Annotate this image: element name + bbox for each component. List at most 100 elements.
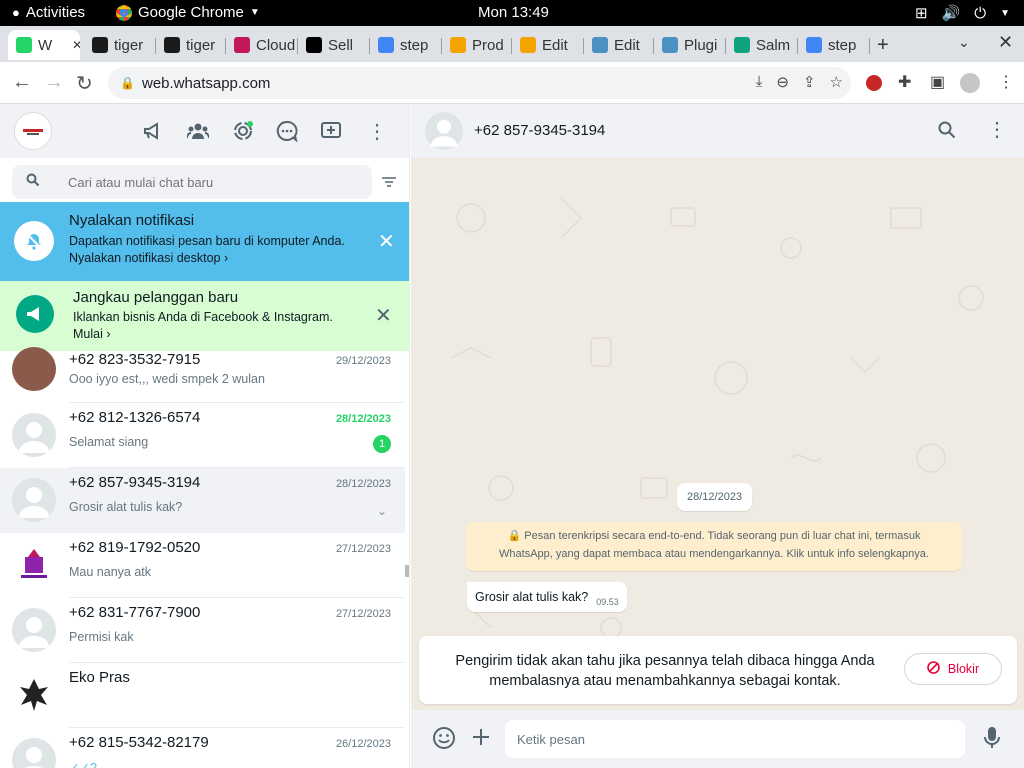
tab[interactable]: step bbox=[798, 30, 870, 60]
zoom-icon[interactable]: ⊖ bbox=[776, 73, 789, 91]
enable-desktop-notifications-link[interactable]: Nyalakan notifikasi desktop › bbox=[69, 250, 345, 267]
search-icon[interactable] bbox=[938, 121, 956, 144]
ads-start-link[interactable]: Mulai › bbox=[73, 326, 333, 343]
tab[interactable]: Edit bbox=[512, 30, 584, 60]
chat-list-item[interactable]: +62 819-1792-0520 27/12/2023 Mau nanya a… bbox=[0, 533, 405, 598]
avatar bbox=[12, 673, 56, 717]
profile-avatar[interactable] bbox=[14, 112, 52, 150]
activities-button[interactable]: ● Activities bbox=[12, 4, 85, 21]
notification-banner-text: Dapatkan notifikasi pesan baru di komput… bbox=[69, 233, 345, 267]
tab[interactable]: Prod bbox=[442, 30, 512, 60]
forward-icon[interactable]: → bbox=[44, 71, 64, 94]
tab[interactable]: step bbox=[370, 30, 442, 60]
cloudflare-icon bbox=[234, 37, 250, 53]
chat-list-item[interactable]: Eko Pras bbox=[0, 663, 405, 728]
tab-label: tiger bbox=[114, 36, 144, 54]
tab[interactable]: Plugi bbox=[654, 30, 726, 60]
notification-banner[interactable]: Nyalakan notifikasi Dapatkan notifikasi … bbox=[0, 202, 409, 281]
chat-list-item[interactable]: +62 815-5342-82179 26/12/2023 ✓✓? bbox=[0, 728, 405, 768]
chat-name: +62 812-1326-6574 bbox=[69, 409, 201, 426]
tab-label: W bbox=[38, 36, 53, 54]
search-box[interactable] bbox=[12, 165, 372, 199]
composer bbox=[411, 710, 1024, 768]
address-bar[interactable]: 🔒 web.whatsapp.com ⤓ ⊖ ⇪ ☆ bbox=[108, 67, 851, 99]
tab-active[interactable]: W ✕ bbox=[8, 30, 80, 60]
site-icon bbox=[450, 37, 466, 53]
star-icon[interactable]: ☆ bbox=[830, 73, 843, 91]
chat-preview: Grosir alat tulis kak? bbox=[69, 500, 183, 514]
system-tray[interactable]: ⊞ 🔊 ⏻ ▼ bbox=[915, 4, 1010, 23]
broadcast-icon[interactable] bbox=[142, 120, 164, 142]
attach-plus-icon[interactable] bbox=[470, 726, 492, 753]
ads-banner-text: Iklankan bisnis Anda di Facebook & Insta… bbox=[73, 309, 333, 343]
emoji-icon[interactable] bbox=[432, 726, 456, 755]
tab-label: Edit bbox=[614, 36, 640, 54]
chat-name: +62 831-7767-7900 bbox=[69, 604, 201, 621]
avatar bbox=[12, 347, 56, 391]
search-input[interactable] bbox=[68, 174, 348, 190]
tab-label: Sell bbox=[328, 36, 354, 54]
whatsapp-icon bbox=[16, 37, 32, 53]
tab-label: Edit bbox=[542, 36, 568, 54]
chevron-down-icon: ▼ bbox=[1000, 7, 1010, 19]
close-icon[interactable]: ✕ bbox=[375, 303, 392, 328]
back-icon[interactable]: ← bbox=[12, 71, 32, 94]
menu-dots-icon[interactable]: ⋮ bbox=[366, 120, 388, 143]
communities-icon[interactable] bbox=[187, 120, 209, 142]
scrollbar-thumb[interactable] bbox=[405, 565, 409, 577]
tab[interactable]: Salm bbox=[726, 30, 798, 60]
volume-icon: 🔊 bbox=[941, 5, 961, 22]
close-icon[interactable]: ✕ bbox=[378, 229, 395, 254]
chat-list-item[interactable]: +62 812-1326-6574 28/12/2023 Selamat sia… bbox=[0, 403, 405, 468]
chat-list-item[interactable]: +62 823-3532-7915 29/12/2023 Ooo iyyo es… bbox=[0, 347, 405, 403]
chat-list-item[interactable]: +62 831-7767-7900 27/12/2023 Permisi kak bbox=[0, 598, 405, 663]
notification-banner-line1: Dapatkan notifikasi pesan baru di komput… bbox=[69, 234, 345, 248]
encryption-notice[interactable]: 🔒 Pesan terenkripsi secara end-to-end. T… bbox=[466, 522, 962, 571]
microphone-icon[interactable] bbox=[983, 726, 1001, 755]
install-icon[interactable]: ⤓ bbox=[756, 73, 763, 91]
block-icon bbox=[927, 661, 940, 677]
extensions-icon[interactable]: ✚ bbox=[898, 72, 911, 92]
ads-banner[interactable]: Jangkau pelanggan baru Iklankan bisnis A… bbox=[0, 281, 409, 351]
sidepanel-icon[interactable]: ▣ bbox=[930, 72, 945, 92]
new-tab-icon[interactable]: + bbox=[877, 34, 889, 57]
activities-label: Activities bbox=[25, 4, 86, 21]
tab-label: Plugi bbox=[684, 36, 718, 54]
chat-list-item-selected[interactable]: +62 857-9345-3194 28/12/2023 Grosir alat… bbox=[0, 468, 405, 533]
tab[interactable]: tiger bbox=[84, 30, 156, 60]
app-menu[interactable]: Google Chrome ▼ bbox=[116, 4, 260, 21]
incoming-message[interactable]: Grosir alat tulis kak? 09.53 bbox=[467, 582, 627, 612]
status-icon[interactable] bbox=[232, 120, 254, 142]
block-button[interactable]: Blokir bbox=[904, 653, 1002, 685]
conversation-panel: +62 857-9345-3194 ⋮ 28/12/2023 🔒 Pesan t… bbox=[411, 104, 1024, 768]
menu-dots-icon[interactable]: ⋮ bbox=[987, 117, 1007, 142]
filter-icon[interactable] bbox=[382, 174, 396, 192]
tab-label: step bbox=[400, 36, 429, 54]
tab-search-icon[interactable]: ⌄ bbox=[958, 34, 970, 51]
clock[interactable]: Mon 13:49 bbox=[478, 4, 549, 21]
new-chat-icon[interactable] bbox=[320, 120, 342, 142]
tab-label: step bbox=[828, 36, 857, 54]
message-text: Grosir alat tulis kak? bbox=[475, 590, 589, 604]
tab[interactable]: tiger bbox=[156, 30, 226, 60]
lock-icon: 🔒 bbox=[120, 76, 135, 90]
conversation-header[interactable]: +62 857-9345-3194 ⋮ bbox=[411, 104, 1024, 158]
tab[interactable]: Edit bbox=[584, 30, 654, 60]
profile-icon[interactable] bbox=[960, 73, 980, 93]
window-close-icon[interactable]: ✕ bbox=[998, 32, 1013, 53]
message-field[interactable] bbox=[505, 720, 965, 758]
unknown-sender-notice: Pengirim tidak akan tahu jika pesannya t… bbox=[419, 636, 1017, 704]
tab-label: Cloud bbox=[256, 36, 296, 54]
message-input[interactable] bbox=[517, 731, 947, 747]
reload-icon[interactable]: ↻ bbox=[76, 71, 93, 96]
encryption-line2: WhatsApp, yang dapat membaca atau menden… bbox=[499, 548, 929, 560]
tab[interactable]: Sell bbox=[298, 30, 370, 60]
seo-extension-icon[interactable] bbox=[866, 75, 882, 91]
tab[interactable]: Cloud bbox=[226, 30, 298, 60]
chevron-down-icon[interactable]: ⌄ bbox=[377, 504, 387, 518]
tab-close-icon[interactable]: ✕ bbox=[72, 38, 80, 52]
share-icon[interactable]: ⇪ bbox=[803, 73, 816, 91]
chat-time: 26/12/2023 bbox=[335, 738, 391, 750]
channels-icon[interactable] bbox=[276, 120, 298, 142]
menu-dots-icon[interactable]: ⋮ bbox=[998, 72, 1014, 92]
